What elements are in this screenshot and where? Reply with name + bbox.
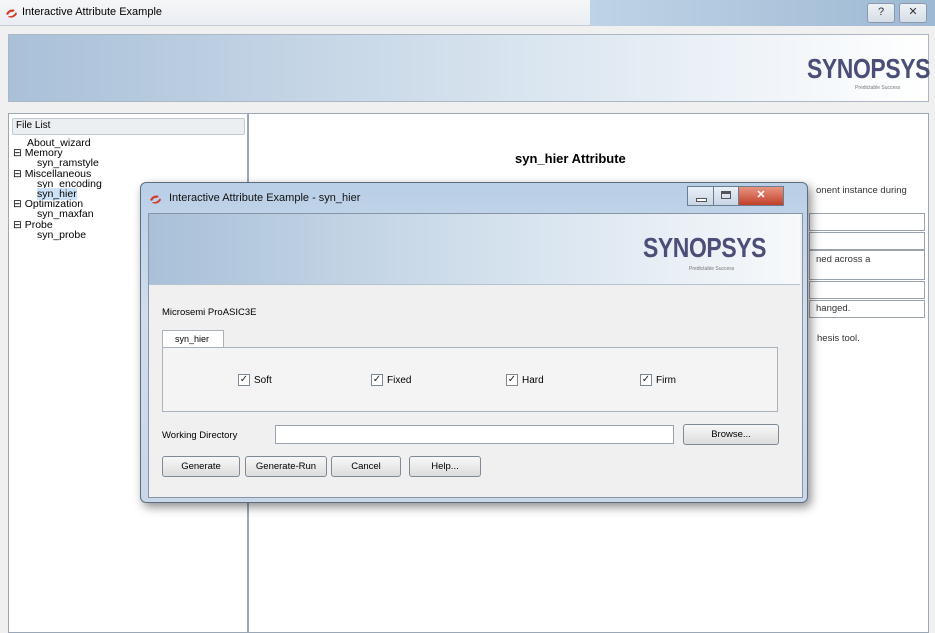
- minimize-button[interactable]: [687, 186, 715, 206]
- device-label: Microsemi ProASIC3E: [162, 307, 257, 318]
- syn-hier-dialog: Interactive Attribute Example - syn_hier…: [140, 182, 808, 503]
- page-title: syn_hier Attribute: [515, 151, 626, 166]
- working-directory-label: Working Directory: [162, 430, 238, 441]
- content-table-cell: [809, 281, 925, 299]
- cancel-button[interactable]: Cancel: [331, 456, 401, 477]
- check-icon: ✓: [371, 374, 383, 386]
- dialog-body: SYNOPSYS Predictable Success Microsemi P…: [148, 213, 803, 498]
- maximize-button[interactable]: [713, 186, 740, 206]
- minimize-icon: [696, 198, 707, 202]
- fixed-checkbox[interactable]: ✓ Fixed: [371, 374, 411, 386]
- header-banner: SYNOPSYS Predictable Success: [8, 34, 931, 102]
- synopsys-logo: SYNOPSYS: [807, 53, 931, 84]
- tree-item-syn-probe[interactable]: syn_probe: [13, 229, 102, 240]
- hard-checkbox[interactable]: ✓ Hard: [506, 374, 544, 386]
- content-table-cell: ned across a: [809, 250, 925, 280]
- window-title: Interactive Attribute Example: [22, 6, 163, 18]
- help-button[interactable]: Help...: [409, 456, 481, 477]
- check-icon: ✓: [640, 374, 652, 386]
- synopsys-app-icon: [6, 9, 17, 18]
- file-list-header: File List: [12, 118, 245, 135]
- generate-run-button[interactable]: Generate-Run: [245, 456, 327, 477]
- synopsys-app-icon: [150, 195, 161, 204]
- main-title-bar: Interactive Attribute Example ? ✕: [0, 0, 935, 26]
- content-table-cell: hanged.: [809, 300, 925, 318]
- dialog-title: Interactive Attribute Example - syn_hier: [169, 192, 361, 204]
- tab-panel: ✓ Soft ✓ Fixed ✓ Hard ✓ Firm: [162, 347, 778, 412]
- synopsys-logo: SYNOPSYS: [643, 232, 767, 263]
- logo-tagline: Predictable Success: [855, 85, 901, 91]
- working-directory-input[interactable]: [275, 425, 674, 444]
- collapse-icon[interactable]: ⊟: [13, 168, 25, 180]
- logo-tagline: Predictable Success: [689, 266, 735, 272]
- check-icon: ✓: [238, 374, 250, 386]
- collapse-icon[interactable]: ⊟: [13, 219, 25, 231]
- browse-button[interactable]: Browse...: [683, 424, 779, 445]
- maximize-icon: [721, 191, 731, 199]
- content-table-cell: [809, 232, 925, 250]
- collapse-icon[interactable]: ⊟: [13, 147, 25, 159]
- generate-button[interactable]: Generate: [162, 456, 240, 477]
- close-icon: ✕: [756, 189, 766, 201]
- file-tree: About_wizard ⊟ Memory syn_ramstyle ⊟ Mis…: [13, 138, 102, 240]
- firm-checkbox[interactable]: ✓ Firm: [640, 374, 676, 386]
- soft-checkbox[interactable]: ✓ Soft: [238, 374, 272, 386]
- check-icon: ✓: [506, 374, 518, 386]
- content-table-cell: [809, 213, 925, 231]
- dialog-banner: SYNOPSYS Predictable Success: [149, 214, 800, 285]
- close-icon[interactable]: ✕: [899, 3, 927, 23]
- help-icon[interactable]: ?: [867, 3, 895, 23]
- content-text-fragment: hesis tool.: [817, 333, 860, 344]
- collapse-icon[interactable]: ⊟: [13, 198, 25, 210]
- content-text-fragment: onent instance during: [816, 185, 907, 196]
- tab-syn-hier[interactable]: syn_hier: [162, 330, 224, 347]
- close-button[interactable]: ✕: [738, 186, 784, 206]
